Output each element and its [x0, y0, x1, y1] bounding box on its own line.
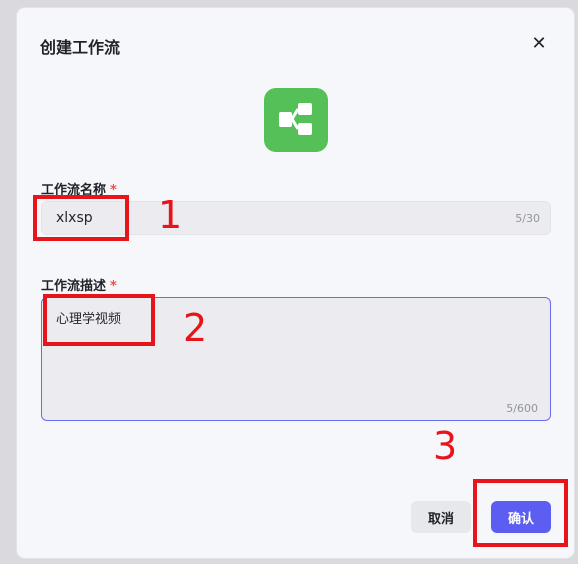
annotation-number-2: 2: [183, 306, 208, 350]
desc-field-label: 工作流描述 *: [41, 275, 117, 294]
desc-char-count: 5/600: [506, 402, 538, 415]
dialog-title: 创建工作流: [40, 38, 121, 57]
required-mark: *: [110, 279, 117, 294]
workflow-icon: [264, 88, 328, 152]
annotation-box-3: [473, 479, 568, 547]
cancel-button[interactable]: 取消: [411, 501, 471, 533]
desc-label-text: 工作流描述: [41, 279, 107, 294]
annotation-box-2: [43, 294, 155, 346]
name-char-count: 5/30: [515, 212, 540, 225]
close-icon[interactable]: ✕: [529, 34, 549, 54]
annotation-box-1: [33, 195, 129, 241]
annotation-number-1: 1: [158, 193, 183, 237]
annotation-number-3: 3: [433, 424, 458, 468]
create-workflow-dialog: 创建工作流 ✕ 工作流名称 * xlxsp 5/30 工作流描述 * 心理学视频 5…: [17, 8, 574, 558]
